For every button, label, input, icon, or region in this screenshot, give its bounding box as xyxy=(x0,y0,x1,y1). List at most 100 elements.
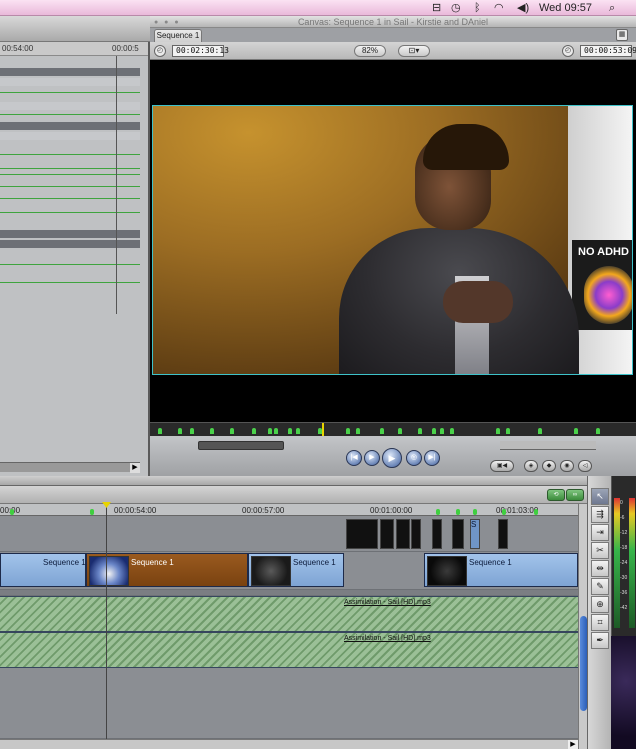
wifi-icon[interactable]: ◠ xyxy=(494,1,504,15)
v2-clip-label[interactable]: S xyxy=(470,519,480,549)
marker[interactable] xyxy=(450,428,454,434)
marker[interactable] xyxy=(178,428,182,434)
menu-clock[interactable]: Wed 09:57 xyxy=(539,1,592,15)
go-to-next-edit-button[interactable]: ▶| xyxy=(424,450,440,466)
track-row xyxy=(0,122,140,130)
marker[interactable] xyxy=(296,428,300,434)
scroll-thumb[interactable] xyxy=(580,616,587,711)
snapping-button[interactable]: ⟲ xyxy=(547,489,565,501)
marker[interactable] xyxy=(190,428,194,434)
timeline-vertical-scrollbar[interactable] xyxy=(578,504,587,749)
video-clip[interactable]: Sequence 1 xyxy=(0,553,86,587)
crop-tool-icon[interactable]: ⌗ xyxy=(591,614,609,631)
marker[interactable] xyxy=(538,428,542,434)
timeline-ruler[interactable]: 00:00 00:00:54:00 00:00:57:00 00:01:00:0… xyxy=(0,504,578,516)
scroll-right-arrow-icon[interactable]: ▶ xyxy=(130,463,140,473)
marker[interactable] xyxy=(346,428,350,434)
v2-clip[interactable] xyxy=(380,519,394,549)
audio-track-a1[interactable]: Assimilation - Sail [HD].mp3 xyxy=(0,596,578,632)
duration-timecode[interactable]: 00:00:53:09 xyxy=(580,45,636,57)
marker[interactable] xyxy=(596,428,600,434)
marker[interactable] xyxy=(506,428,510,434)
timeline-marker[interactable] xyxy=(456,509,460,515)
v2-clip[interactable] xyxy=(396,519,410,549)
meter-tick: -36 xyxy=(620,590,628,596)
v2-clip[interactable] xyxy=(432,519,442,549)
volume-icon[interactable]: ◀) xyxy=(517,1,529,15)
select-track-tool-icon[interactable]: ⇶ xyxy=(591,506,609,523)
video-canvas[interactable]: NO ADHD xyxy=(150,60,636,436)
go-to-previous-edit-button[interactable]: |◀ xyxy=(346,450,362,466)
timeline-marker[interactable] xyxy=(90,509,94,515)
tool-palette: ↖ ⇶ ⇥ ✂ ⇹ ✎ ⊕ ⌗ ✒ xyxy=(587,476,611,749)
jog-control[interactable] xyxy=(500,441,596,450)
audio-track-a2[interactable]: Assimilation - Sail [HD].mp3 xyxy=(0,632,578,668)
mark-clip-button[interactable]: ◈ xyxy=(524,460,538,472)
play-button[interactable]: ▶ xyxy=(382,448,402,468)
timeline-marker[interactable] xyxy=(502,509,506,515)
browser-scrollbar[interactable]: ▶ xyxy=(0,462,140,473)
play-around-button[interactable]: ◎ xyxy=(406,450,422,466)
razor-tool-icon[interactable]: ✂ xyxy=(591,542,609,559)
marker[interactable] xyxy=(210,428,214,434)
tab-sequence-1[interactable]: Sequence 1 xyxy=(154,29,202,42)
timeline-marker[interactable] xyxy=(473,509,477,515)
arrow-tool-icon[interactable]: ↖ xyxy=(591,488,609,505)
video-clip[interactable]: Sequence 1 xyxy=(248,553,344,587)
marker[interactable] xyxy=(380,428,384,434)
canvas-scrubber[interactable] xyxy=(150,422,636,437)
timeline-playhead[interactable] xyxy=(106,504,107,749)
browser-toolbar xyxy=(0,16,150,42)
empty-tracks xyxy=(0,668,578,739)
zoom-tool-icon[interactable]: ⊕ xyxy=(591,596,609,613)
zoom-popup[interactable]: 82% xyxy=(354,45,386,57)
video-clip[interactable]: Sequence 1 xyxy=(424,553,578,587)
marker[interactable] xyxy=(574,428,578,434)
time-machine-icon[interactable]: ◷ xyxy=(451,1,461,15)
film-icon[interactable]: ▦ xyxy=(616,29,628,41)
marker[interactable] xyxy=(398,428,402,434)
marker[interactable] xyxy=(274,428,278,434)
track-line xyxy=(0,186,140,187)
track-line xyxy=(0,92,140,93)
timeline-marker[interactable] xyxy=(534,509,538,515)
slip-tool-icon[interactable]: ⇹ xyxy=(591,560,609,577)
shuttle-control[interactable] xyxy=(198,441,284,450)
marker[interactable] xyxy=(440,428,444,434)
mark-in-button[interactable]: ◁ xyxy=(578,460,592,472)
marker[interactable] xyxy=(418,428,422,434)
pen-tool-2-icon[interactable]: ✒ xyxy=(591,632,609,649)
view-popup[interactable]: ⊡▾ xyxy=(398,45,430,57)
marker[interactable] xyxy=(432,428,436,434)
bluetooth-icon[interactable]: ᛒ xyxy=(474,1,481,15)
v2-clip[interactable] xyxy=(346,519,378,549)
v2-clip[interactable] xyxy=(498,519,508,549)
marker[interactable] xyxy=(158,428,162,434)
v2-clip[interactable] xyxy=(452,519,464,549)
marker[interactable] xyxy=(288,428,292,434)
spotlight-search-icon[interactable]: ⌕ xyxy=(609,1,615,15)
play-in-to-out-button[interactable]: ▶ xyxy=(364,450,380,466)
marker[interactable] xyxy=(496,428,500,434)
timeline-marker[interactable] xyxy=(10,509,14,515)
add-marker-button[interactable]: ◉ xyxy=(560,460,574,472)
marker[interactable] xyxy=(252,428,256,434)
edit-tool-icon[interactable]: ⇥ xyxy=(591,524,609,541)
marker[interactable] xyxy=(356,428,360,434)
clip-label: Sequence 1 xyxy=(469,558,512,567)
match-frame-button[interactable]: ▣◀ xyxy=(490,460,514,472)
current-timecode[interactable]: 00:02:30:13 xyxy=(172,45,229,57)
pen-tool-icon[interactable]: ✎ xyxy=(591,578,609,595)
marker[interactable] xyxy=(230,428,234,434)
marker[interactable] xyxy=(268,428,272,434)
timeline-horizontal-scrollbar[interactable]: ▶ xyxy=(0,739,578,749)
script-menu-icon[interactable]: ⊟ xyxy=(432,1,441,15)
canvas-playhead[interactable] xyxy=(322,423,324,437)
track-line xyxy=(0,282,140,283)
video-clip[interactable]: Sequence 1 xyxy=(86,553,248,587)
add-keyframe-button[interactable]: ◆ xyxy=(542,460,556,472)
scroll-right-arrow-icon[interactable]: ▶ xyxy=(568,740,578,749)
v2-clip[interactable] xyxy=(411,519,421,549)
linking-button[interactable]: ∞ xyxy=(566,489,584,501)
timeline-marker[interactable] xyxy=(436,509,440,515)
